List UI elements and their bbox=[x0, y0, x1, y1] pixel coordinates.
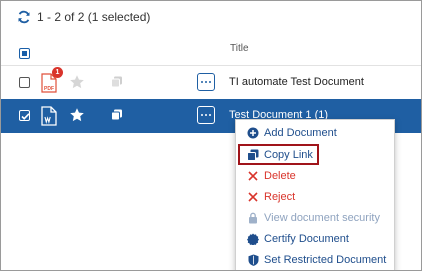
highlight-box bbox=[238, 144, 319, 165]
document-title[interactable]: TI automate Test Document bbox=[229, 76, 364, 88]
row-checkbox-checked[interactable] bbox=[19, 110, 30, 121]
more-actions-button-active[interactable] bbox=[197, 106, 215, 124]
copy-icon[interactable] bbox=[110, 75, 124, 89]
row-checkbox[interactable] bbox=[19, 77, 30, 88]
menu-item-label: View document security bbox=[264, 211, 380, 224]
menu-item-label: Certify Document bbox=[264, 232, 349, 245]
lock-icon bbox=[246, 211, 260, 225]
shield-icon bbox=[246, 253, 260, 267]
menu-item-label: Delete bbox=[264, 169, 296, 182]
x-icon bbox=[246, 190, 260, 204]
menu-item-reject[interactable]: Reject bbox=[236, 186, 396, 207]
menu-item-label: Add Document bbox=[264, 126, 337, 139]
document-actions-menu: Add Document Copy Link Delete Reject Vie… bbox=[235, 119, 396, 270]
menu-item-label: Set Restricted Document bbox=[264, 253, 387, 266]
list-status-bar: 1 - 2 of 2 (1 selected) bbox=[17, 9, 150, 25]
table-header: Title bbox=[1, 37, 421, 65]
more-actions-button[interactable] bbox=[197, 73, 215, 91]
refresh-icon[interactable] bbox=[17, 10, 31, 24]
pdf-file-label: PDF bbox=[44, 86, 54, 92]
selection-count: 1 - 2 of 2 (1 selected) bbox=[37, 10, 151, 24]
column-title-header[interactable]: Title bbox=[230, 43, 249, 54]
x-icon bbox=[246, 169, 260, 183]
certify-badge-icon bbox=[246, 232, 260, 246]
document-list-panel: 1 - 2 of 2 (1 selected) Title PDF 1 TI a… bbox=[0, 0, 422, 271]
copy-icon[interactable] bbox=[110, 108, 124, 122]
table-row[interactable]: PDF 1 TI automate Test Document bbox=[1, 65, 421, 99]
menu-item-view-document-security[interactable]: View document security bbox=[236, 207, 396, 228]
star-icon[interactable] bbox=[69, 74, 85, 90]
plus-circle-icon bbox=[246, 126, 260, 140]
menu-item-label: Reject bbox=[264, 190, 296, 203]
menu-item-set-restricted-document[interactable]: Set Restricted Document bbox=[236, 249, 396, 270]
menu-item-certify-document[interactable]: Certify Document bbox=[236, 228, 396, 249]
select-all-checkbox[interactable] bbox=[19, 48, 30, 59]
notification-badge: 1 bbox=[52, 67, 63, 78]
star-icon[interactable] bbox=[69, 107, 85, 123]
menu-item-delete[interactable]: Delete bbox=[236, 165, 396, 186]
document-file-icon bbox=[41, 106, 57, 126]
menu-item-add-document[interactable]: Add Document bbox=[236, 122, 396, 143]
